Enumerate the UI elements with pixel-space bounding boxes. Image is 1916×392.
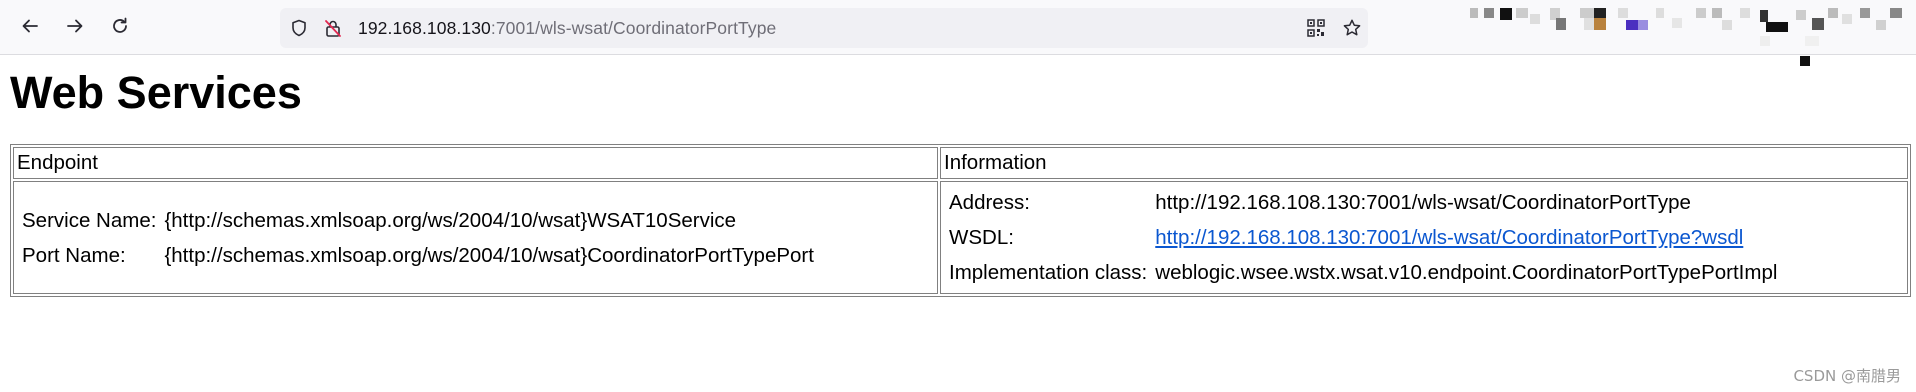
endpoint-cell: Service Name: {http://schemas.xmlsoap.or… <box>13 181 938 294</box>
page-title: Web Services <box>10 67 302 118</box>
header-information: Information <box>940 147 1908 179</box>
watermark: CSDN @南腊男 <box>1793 367 1901 385</box>
address-value: http://192.168.108.130:7001/wls-wsat/Coo… <box>1155 191 1691 214</box>
endpoint-details: Service Name: {http://schemas.xmlsoap.or… <box>17 202 819 274</box>
page-content: Web Services Endpoint Information Servic… <box>0 55 1916 392</box>
web-services-table: Endpoint Information Service Name: {http… <box>10 144 1911 297</box>
browser-toolbar: 192.168.108.130:7001/wls-wsat/Coordinato… <box>0 0 1916 55</box>
arrow-right-icon <box>65 16 85 41</box>
header-endpoint: Endpoint <box>13 147 938 179</box>
address-bar[interactable]: 192.168.108.130:7001/wls-wsat/Coordinato… <box>280 8 1368 48</box>
censored-extensions-area <box>1460 0 1916 54</box>
service-name-label: Service Name: <box>22 208 157 232</box>
insecure-lock-icon[interactable] <box>323 18 343 38</box>
port-name-label: Port Name: <box>22 243 126 267</box>
wsdl-cell: http://192.168.108.130:7001/wls-wsat/Coo… <box>1152 221 1780 254</box>
wsdl-link[interactable]: http://192.168.108.130:7001/wls-wsat/Coo… <box>1155 226 1743 249</box>
endpoint-row-service: Service Name: {http://schemas.xmlsoap.or… <box>19 204 817 237</box>
url-path: :7001/wls-wsat/CoordinatorPortType <box>490 18 777 38</box>
reload-button[interactable] <box>102 12 138 44</box>
arrow-left-icon <box>20 16 40 41</box>
qr-code-icon[interactable] <box>1306 18 1326 38</box>
info-row-implementation: Implementation class: weblogic.wsee.wstx… <box>946 256 1780 289</box>
url-text[interactable]: 192.168.108.130:7001/wls-wsat/Coordinato… <box>358 18 776 38</box>
back-button[interactable] <box>12 12 48 44</box>
endpoint-row-port: Port Name: {http://schemas.xmlsoap.org/w… <box>19 239 817 272</box>
implementation-value: weblogic.wsee.wstx.wsat.v10.endpoint.Coo… <box>1155 261 1778 284</box>
wsdl-label: WSDL: <box>949 226 1014 249</box>
info-row-wsdl: WSDL: http://192.168.108.130:7001/wls-ws… <box>946 221 1780 254</box>
implementation-label: Implementation class: <box>949 261 1148 284</box>
shield-icon[interactable] <box>289 18 309 38</box>
url-host: 192.168.108.130 <box>358 18 491 38</box>
table-row: Service Name: {http://schemas.xmlsoap.or… <box>13 181 1908 294</box>
port-name-value: {http://schemas.xmlsoap.org/ws/2004/10/w… <box>164 243 814 267</box>
address-label: Address: <box>949 191 1030 214</box>
service-name-value: {http://schemas.xmlsoap.org/ws/2004/10/w… <box>164 208 737 232</box>
information-cell: Address: http://192.168.108.130:7001/wls… <box>940 181 1908 294</box>
info-row-address: Address: http://192.168.108.130:7001/wls… <box>946 186 1780 219</box>
reload-icon <box>110 16 130 41</box>
table-header-row: Endpoint Information <box>13 147 1908 179</box>
forward-button[interactable] <box>57 12 93 44</box>
information-details: Address: http://192.168.108.130:7001/wls… <box>944 184 1782 291</box>
star-icon[interactable] <box>1342 18 1362 38</box>
